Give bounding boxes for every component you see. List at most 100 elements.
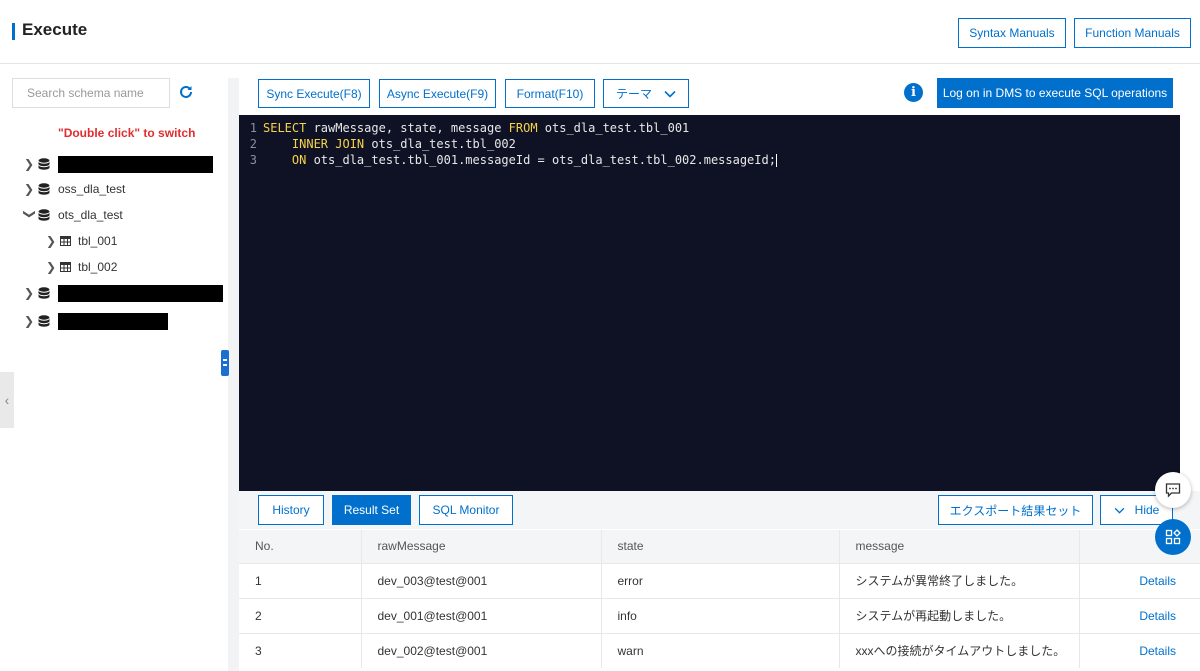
details-link[interactable]: Details — [1079, 632, 1200, 668]
table-row: 1 dev_003@test@001 error システムが異常終了しました。 … — [239, 562, 1200, 598]
cell-message: システムが再起動しました。 — [839, 597, 1080, 633]
code-text: rawMessage, state, message — [306, 121, 509, 135]
tree-db-row[interactable]: ❯ — [24, 311, 168, 331]
text-cursor — [775, 154, 777, 167]
code-line: 3 ON ots_dla_test.tbl_001.messageId = ot… — [239, 152, 777, 168]
cell-message: xxxへの接続がタイムアウトしました。 — [839, 632, 1080, 668]
chevron-left-icon: ‹ — [4, 392, 10, 408]
theme-dropdown[interactable]: テーマ — [603, 79, 689, 108]
cell-state: error — [601, 562, 840, 598]
page-header: Execute Syntax Manuals Function Manuals — [0, 0, 1200, 64]
chevron-right-icon[interactable]: ❯ — [46, 260, 60, 274]
column-header: message — [839, 530, 1080, 563]
cell-rawmessage: dev_001@test@001 — [361, 597, 602, 633]
table-label: tbl_002 — [78, 260, 118, 274]
cell-state: warn — [601, 632, 840, 668]
database-icon — [38, 287, 50, 299]
cell-rawmessage: dev_003@test@001 — [361, 562, 602, 598]
export-result-set-button[interactable]: エクスポート結果セット — [938, 495, 1093, 525]
code-text: ots_dla_test.tbl_001 — [537, 121, 690, 135]
database-icon — [38, 158, 50, 170]
code-text: ots_dla_test.tbl_002 — [364, 137, 516, 151]
details-link[interactable]: Details — [1079, 562, 1200, 598]
cell-message: システムが異常終了しました。 — [839, 562, 1080, 598]
table-icon — [60, 262, 71, 272]
chevron-down-icon — [1114, 507, 1125, 514]
table-row: 3 dev_002@test@001 warn xxxへの接続がタイムアウトしま… — [239, 632, 1200, 668]
sql-keyword: ON — [291, 153, 307, 167]
tree-db-row[interactable]: ❯ — [24, 154, 213, 174]
column-header: rawMessage — [361, 530, 602, 563]
refresh-icon[interactable] — [178, 84, 194, 100]
chevron-right-icon[interactable]: ❯ — [46, 234, 60, 248]
cell-no: 3 — [239, 632, 362, 668]
database-icon — [38, 315, 50, 327]
tree-table-row[interactable]: ❯ tbl_002 — [46, 257, 117, 277]
line-number: 1 — [249, 121, 257, 135]
sql-editor[interactable]: 1 SELECT rawMessage, state, message FROM … — [239, 115, 1180, 491]
redacted-label — [58, 284, 223, 302]
line-number: 2 — [249, 137, 257, 151]
cell-no: 1 — [239, 562, 362, 598]
result-table: No. rawMessage state message 1 dev_003@t… — [239, 530, 1200, 668]
hide-label: Hide — [1134, 503, 1160, 517]
schema-sidebar: "Double click" to switch ❯ ❯ oss_dla_tes… — [0, 64, 228, 671]
dms-login-button[interactable]: Log on in DMS to execute SQL operations — [937, 78, 1173, 108]
table-row: 2 dev_001@test@001 info システムが再起動しました。 De… — [239, 597, 1200, 633]
chevron-right-icon[interactable]: ❯ — [24, 314, 38, 328]
theme-label: テーマ — [615, 87, 652, 101]
column-header: No. — [239, 530, 362, 563]
format-button[interactable]: Format(F10) — [505, 79, 595, 108]
apps-button[interactable] — [1155, 519, 1191, 555]
cell-state: info — [601, 597, 840, 633]
async-execute-button[interactable]: Async Execute(F9) — [379, 79, 496, 108]
table-label: tbl_001 — [78, 234, 118, 248]
chevron-down-icon — [664, 90, 676, 98]
syntax-manuals-button[interactable]: Syntax Manuals — [958, 18, 1066, 48]
sync-execute-button[interactable]: Sync Execute(F8) — [258, 79, 370, 108]
details-link[interactable]: Details — [1079, 597, 1200, 633]
tree-db-row[interactable]: ❯ — [24, 283, 223, 303]
chevron-down-icon[interactable]: ❯ — [23, 209, 37, 221]
feedback-chat-button[interactable] — [1155, 472, 1191, 508]
tab-history[interactable]: History — [258, 495, 324, 525]
tree-db-row[interactable]: ❯ ots_dla_test — [23, 205, 123, 225]
table-header-row: No. rawMessage state message — [239, 530, 1200, 563]
tab-sql-monitor[interactable]: SQL Monitor — [419, 495, 513, 525]
cell-rawmessage: dev_002@test@001 — [361, 632, 602, 668]
double-click-hint: "Double click" to switch — [58, 126, 196, 140]
function-manuals-button[interactable]: Function Manuals — [1074, 18, 1191, 48]
database-icon — [38, 209, 50, 221]
info-icon[interactable]: i — [904, 83, 923, 102]
cell-no: 2 — [239, 597, 362, 633]
collapse-sidebar-tab[interactable]: ‹ — [0, 372, 14, 428]
title-accent-bar — [12, 23, 15, 40]
database-icon — [38, 183, 50, 195]
tree-db-row[interactable]: ❯ oss_dla_test — [24, 179, 125, 199]
redacted-label — [58, 155, 213, 173]
db-label: ots_dla_test — [58, 208, 123, 222]
line-number: 3 — [249, 153, 257, 167]
sql-keyword: FROM — [508, 121, 538, 135]
chevron-right-icon[interactable]: ❯ — [24, 286, 38, 300]
resize-handle[interactable] — [221, 350, 229, 376]
db-label: oss_dla_test — [58, 182, 126, 196]
schema-search-input[interactable] — [12, 78, 170, 108]
code-text: ots_dla_test.tbl_001.messageId = ots_dla… — [306, 153, 776, 167]
redacted-label — [58, 312, 168, 330]
code-line: 1 SELECT rawMessage, state, message FROM … — [239, 120, 690, 136]
tab-result-set[interactable]: Result Set — [332, 495, 411, 525]
apps-icon — [1165, 529, 1181, 545]
chevron-right-icon[interactable]: ❯ — [24, 157, 38, 171]
tree-table-row[interactable]: ❯ tbl_001 — [46, 231, 117, 251]
sql-keyword: INNER JOIN — [291, 137, 365, 151]
column-header: state — [601, 530, 840, 563]
chat-icon — [1165, 483, 1181, 498]
panel-splitter — [228, 78, 239, 671]
code-line: 2 INNER JOIN ots_dla_test.tbl_002 — [239, 136, 516, 152]
table-icon — [60, 236, 71, 246]
chevron-right-icon[interactable]: ❯ — [24, 182, 38, 196]
page-title: Execute — [22, 20, 88, 39]
